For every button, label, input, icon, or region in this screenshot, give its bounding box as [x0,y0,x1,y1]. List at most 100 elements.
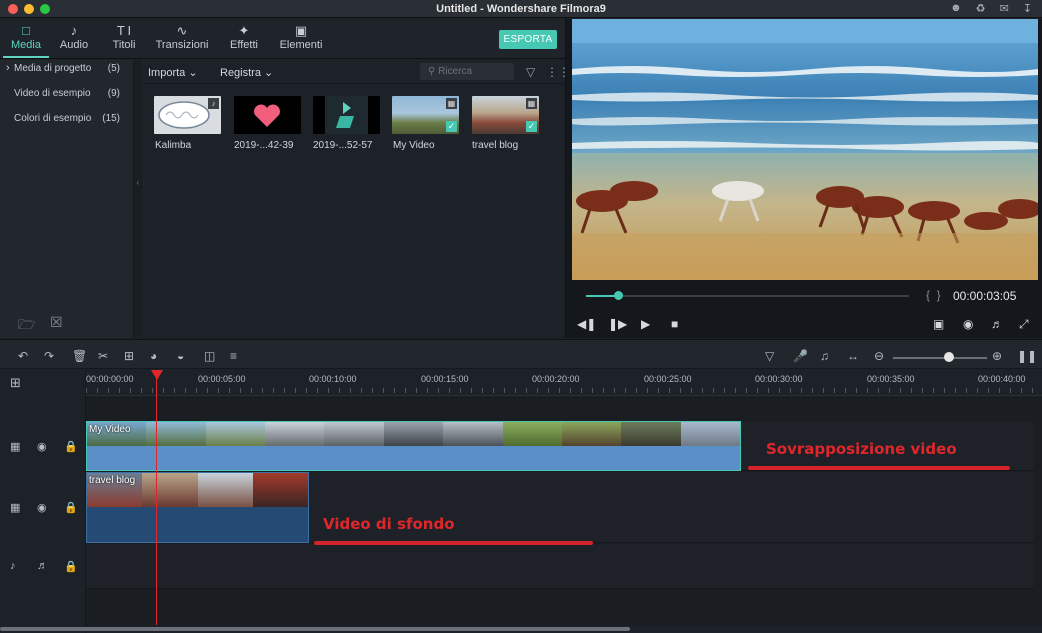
tab-titles[interactable]: T I Titoli [106,23,142,51]
timeline-clip-travel-blog[interactable]: travel blog [86,472,309,543]
cut-icon[interactable]: ✂ [98,349,108,363]
fit-timeline-icon[interactable]: ↔ [847,349,859,363]
zoom-in-icon[interactable]: ⊕ [992,349,1002,363]
crop-icon[interactable]: ⊞ [124,349,134,363]
media-item-label: Kalimba [155,140,192,151]
lock-icon[interactable]: 🔒 [64,560,78,573]
snapshot-camera-icon[interactable]: ◉ [963,317,973,331]
delete-icon[interactable]: 🗑 [72,349,87,363]
timeline-settings-icon[interactable]: ❚❚ [1017,349,1037,363]
tab-label: Elementi [279,39,323,51]
mail-icon[interactable]: ✉ [1000,2,1009,15]
preview-frame-image [572,19,1038,280]
annotation-overlay-video: Sovrapposizione video [766,440,957,458]
audio-track-icon: ♪ [10,560,16,572]
voiceover-icon[interactable]: ♫ [820,349,829,363]
clip-frames [87,422,740,446]
timeline-vertical-scrollbar[interactable] [1034,396,1042,626]
media-item-thumbnail[interactable] [313,96,380,134]
tab-effects[interactable]: ✦ Effetti [226,23,262,51]
sidebar-item-count: (15) [102,113,120,124]
tab-label: Audio [59,39,89,51]
zoom-slider-handle[interactable] [944,352,955,362]
import-label: Importa [148,67,186,79]
media-item-thumbnail[interactable]: ♪ [154,96,221,134]
audio-track-1[interactable] [86,544,1034,589]
sidebar-item-sample-colors[interactable]: Colori di esempio (15) [14,113,126,127]
ruler-label: 00:00:25:00 [644,374,692,384]
color-tuning-icon[interactable]: ◒ [177,349,184,363]
green-screen-icon[interactable]: ◫ [204,349,215,363]
new-folder-icon[interactable]: 🗁 [18,314,35,338]
tab-media[interactable]: □ Media [3,23,49,51]
volume-icon[interactable]: ♬ [991,317,1003,331]
timeline-horizontal-scrollbar[interactable] [0,627,630,631]
tab-label: Titoli [112,39,136,51]
undo-icon[interactable]: ↶ [18,349,28,363]
media-item-thumbnail[interactable] [234,96,301,134]
step-forward-icon[interactable]: ❚▶ [608,317,627,331]
cart-icon[interactable]: ♻ [976,2,986,15]
image-icon: ▣ [294,23,308,38]
annotation-underline [314,541,593,545]
fullscreen-icon[interactable]: ⤢ [1019,317,1029,332]
display-settings-icon[interactable]: ▣ [933,317,944,331]
chevron-down-icon: ⌄ [264,67,274,79]
stop-icon[interactable]: ■ [671,317,678,331]
tab-label: Transizioni [155,39,209,51]
add-track-icon[interactable]: ⊞ [10,375,21,391]
media-library: Importa ⌄ Registra ⌄ ⚲ Ricerca ▽ ⋮⋮ ♪ Ka… [142,60,570,338]
sidebar-item-count: (9) [107,88,120,99]
sidebar-item-project-media[interactable]: › Media di progetto (5) [6,62,126,77]
playhead-line[interactable] [156,378,157,625]
marker-icon[interactable]: ▽ [765,349,774,363]
clip-name: My Video [89,424,131,435]
media-item-thumbnail[interactable]: ▦ ✓ [472,96,539,134]
mark-in-out-icon[interactable]: { } [926,288,941,302]
lock-icon[interactable]: 🔒 [64,440,78,453]
download-icon[interactable]: ↧ [1023,2,1032,15]
music-note-icon: ♪ [70,23,78,38]
preview-progress-handle[interactable] [614,291,624,300]
account-icon[interactable]: ☻ [950,2,962,15]
transition-icon: ∿ [176,23,188,38]
import-dropdown[interactable]: Importa ⌄ [148,66,198,79]
eye-icon[interactable]: ◉ [37,440,47,453]
preview-progress-track[interactable] [586,295,909,297]
export-button[interactable]: ESPORTA [499,30,557,49]
filter-icon[interactable]: ▽ [526,65,535,79]
sidebar-collapse-handle[interactable]: ‹ [134,60,142,338]
timeline-toolbar: ↶ ↷ 🗑 ✂ ⊞ ◕ ◒ ◫ ≡ ▽ 🎤 ♫ ↔ ⊖ ⊕ ❚❚ [0,339,1042,369]
timeline-ruler[interactable]: 00:00:00:00 00:00:05:00 00:00:10:00 00:0… [86,370,1042,396]
tab-transitions[interactable]: ∿ Transizioni [152,23,212,51]
lock-icon[interactable]: 🔒 [64,501,78,514]
search-input[interactable]: ⚲ Ricerca [420,63,514,80]
redo-icon[interactable]: ↷ [44,349,54,363]
folder-icon: □ [22,23,30,38]
record-dropdown[interactable]: Registra ⌄ [220,66,273,79]
sidebar-item-sample-videos[interactable]: Video di esempio (9) [14,88,126,102]
tab-label: Effetti [230,39,258,51]
effects-icon: ✦ [238,23,250,38]
film-icon: ▦ [526,98,537,109]
zoom-slider-track[interactable] [893,357,987,359]
playhead-handle[interactable] [151,370,163,380]
previous-frame-icon[interactable]: ◀❚ [577,317,596,331]
media-item-thumbnail[interactable]: ▦ ✓ [392,96,459,134]
eye-icon[interactable]: ◉ [37,501,47,514]
speaker-icon[interactable]: ♬ [37,560,48,572]
tab-elements[interactable]: ▣ Elementi [276,23,326,51]
ruler-ticks [86,388,1042,393]
timeline-clip-my-video[interactable]: My Video [86,421,741,471]
zoom-out-icon[interactable]: ⊖ [874,349,884,363]
video-track-icon: ▦ [10,502,21,514]
ruler-label: 00:00:15:00 [421,374,469,384]
delete-folder-icon[interactable]: ☒ [50,314,63,331]
microphone-icon[interactable]: 🎤 [793,349,808,363]
audio-mixer-icon[interactable]: ≡ [230,349,237,363]
tab-audio[interactable]: ♪ Audio [56,23,92,51]
video-preview [572,19,1038,280]
main-tabs: □ Media ♪ Audio T I Titoli ∿ Transizioni… [0,19,565,59]
play-icon[interactable]: ▶ [641,317,650,331]
speed-icon[interactable]: ◕ [150,349,157,363]
